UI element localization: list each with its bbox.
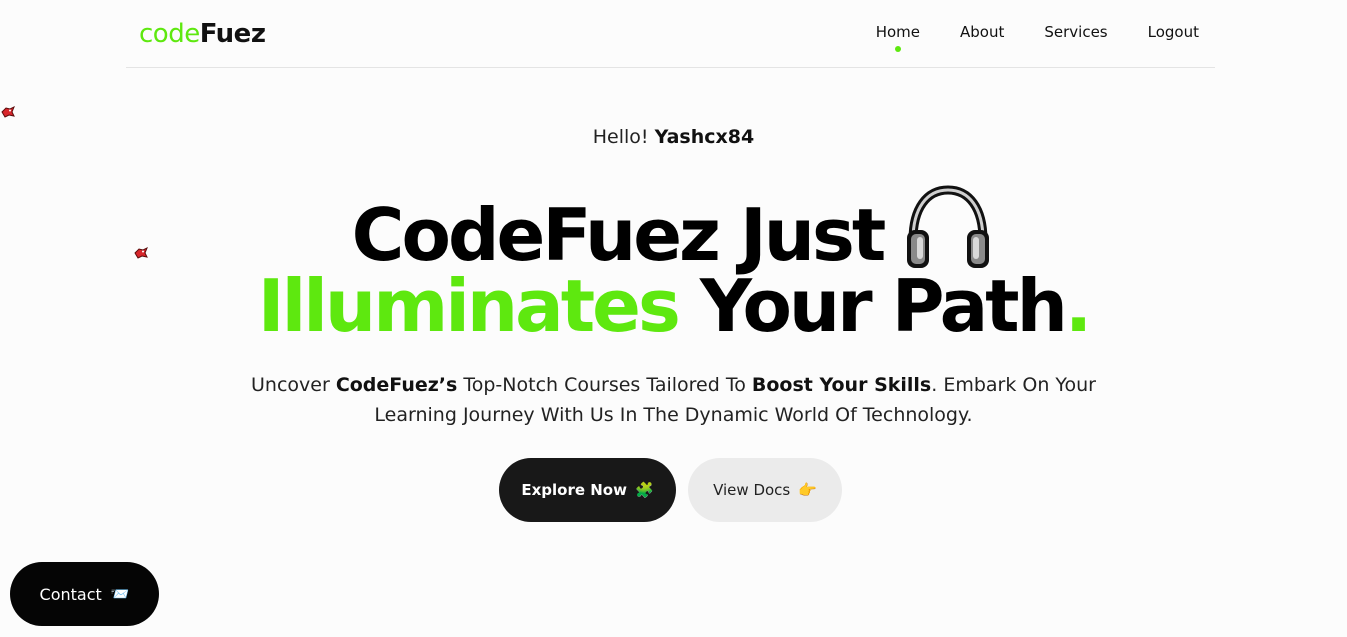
nav-link-home[interactable]: Home xyxy=(875,23,921,52)
logo[interactable]: codeFuez xyxy=(139,19,266,49)
envelope-icon: 📨 xyxy=(110,585,130,603)
view-docs-label: View Docs xyxy=(713,481,791,499)
nav-link-logout[interactable]: Logout xyxy=(1148,23,1199,41)
greeting-prefix: Hello! xyxy=(592,126,649,148)
description-bold-1: CodeFuez’s xyxy=(335,374,458,396)
nav-link-home-label: Home xyxy=(875,23,921,41)
puzzle-piece-icon: 🧩 xyxy=(634,481,654,499)
nav-link-services[interactable]: Services xyxy=(1044,23,1107,41)
headline-line-1: CodeFuez Just xyxy=(0,182,1347,274)
description-bold-2: Boost Your Skills xyxy=(751,374,932,396)
username: Yashcx84 xyxy=(654,126,755,148)
headline-line-2: Illuminates Your Path. xyxy=(0,270,1347,342)
logo-fuez-text: Fuez xyxy=(199,19,266,49)
page: codeFuez Home About Services Logout Hell… xyxy=(0,0,1347,637)
description-text-1: Uncover xyxy=(251,374,336,396)
navbar: codeFuez Home About Services Logout xyxy=(126,0,1215,68)
nav-links: Home About Services Logout xyxy=(875,23,1199,52)
nav-link-services-label: Services xyxy=(1044,23,1108,41)
description-text-3: . Embark On Your xyxy=(931,374,1096,396)
headline-line2-text: Your Path xyxy=(699,264,1068,348)
greeting: Hello! Yashcx84 xyxy=(0,126,1347,148)
nav-link-about-label: About xyxy=(960,23,1005,41)
logo-code-text: code xyxy=(139,19,200,49)
explore-now-label: Explore Now xyxy=(521,481,627,499)
description-text-2: Top-Notch Courses Tailored To xyxy=(457,374,752,396)
description-line-2: Learning Journey With Us In The Dynamic … xyxy=(374,404,973,426)
hero-description: Uncover CodeFuez’s Top-Notch Courses Tai… xyxy=(0,370,1347,430)
nav-link-logout-label: Logout xyxy=(1147,23,1199,41)
contact-label: Contact xyxy=(39,584,102,604)
headline-period: . xyxy=(1064,264,1092,348)
headline-highlight: Illuminates xyxy=(257,264,681,348)
pointing-hand-icon: 👉 xyxy=(798,481,817,499)
view-docs-button[interactable]: View Docs 👉 xyxy=(688,458,842,522)
nav-link-about[interactable]: About xyxy=(960,23,1004,41)
red-bird-sprite-icon xyxy=(1,105,15,118)
active-indicator-dot xyxy=(894,46,901,52)
contact-button[interactable]: Contact 📨 xyxy=(10,562,159,626)
headphones-icon xyxy=(907,185,990,268)
explore-now-button[interactable]: Explore Now 🧩 xyxy=(499,458,676,522)
